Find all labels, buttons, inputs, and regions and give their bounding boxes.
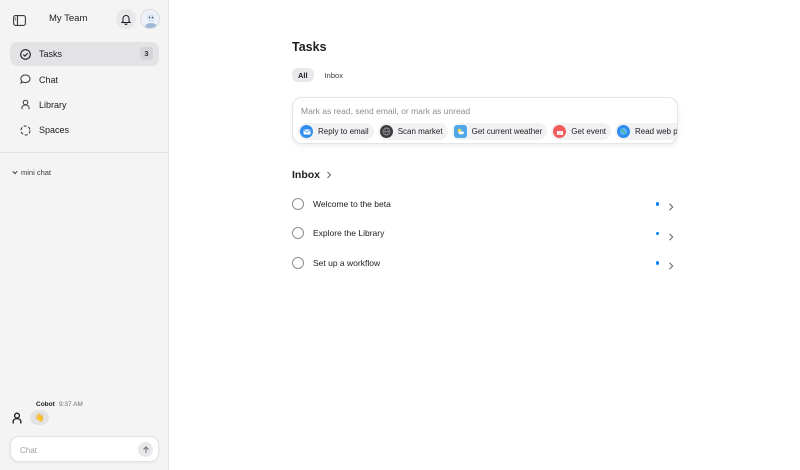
task-label: Welcome to the beta: [313, 198, 391, 209]
speech-bubble-icon: [19, 74, 31, 86]
chat-timestamp: 9:37 AM: [59, 401, 83, 408]
filter-tabs: All Inbox: [292, 68, 349, 82]
task-checkbox[interactable]: [292, 256, 304, 269]
chip-label: Read web page: [634, 127, 678, 136]
unread-dot: [655, 261, 659, 265]
tasks-count-badge: 3: [140, 47, 153, 60]
task-row[interactable]: Explore the Library: [292, 219, 678, 249]
inbox-section-header[interactable]: Inbox: [292, 166, 332, 184]
globe-dark-icon: [379, 125, 393, 138]
sidebar-item-label: Library: [39, 99, 67, 110]
sidebar-header: My Team: [0, 8, 169, 30]
chat-input[interactable]: [20, 443, 130, 457]
chat-input-container: [10, 436, 159, 462]
chevron-right-icon: [667, 229, 675, 241]
chevron-right-icon: [326, 166, 332, 184]
command-box: Reply to email Scan market Get current w…: [292, 97, 678, 144]
chevron-down-icon: [12, 168, 18, 177]
sidebar-item-tasks[interactable]: Tasks 3: [10, 42, 159, 66]
mini-chat-toggle[interactable]: mini chat: [12, 168, 51, 177]
mini-chat-label: mini chat: [21, 168, 52, 177]
person-icon: [19, 99, 31, 111]
sidebar-item-label: Chat: [39, 74, 59, 85]
chip-label: Get current weather: [471, 127, 543, 136]
chip-label: Get event: [571, 127, 606, 136]
sidebar-item-label: Tasks: [39, 49, 63, 59]
user-avatar[interactable]: [140, 9, 160, 29]
bot-avatar-icon: [11, 411, 23, 424]
task-checkbox[interactable]: [292, 227, 304, 240]
main-content: Tasks All Inbox Reply to email Scan mark…: [292, 0, 682, 470]
sidebar-divider: [0, 152, 168, 153]
chip-read-web-page[interactable]: Read web page: [614, 123, 678, 140]
calendar-icon: 17: [553, 125, 567, 138]
tab-all[interactable]: All: [292, 68, 314, 82]
task-label: Set up a workflow: [313, 257, 381, 268]
team-name[interactable]: My Team: [49, 13, 87, 24]
task-label: Explore the Library: [313, 228, 385, 239]
notifications-bell-icon[interactable]: [116, 9, 136, 29]
sidebar-toggle-icon[interactable]: [11, 12, 27, 28]
inbox-title: Inbox: [292, 169, 320, 181]
chip-get-event[interactable]: 17 Get event: [551, 123, 611, 140]
chip-scan-market[interactable]: Scan market: [377, 123, 448, 140]
unread-dot: [655, 202, 659, 206]
chip-label: Reply to email: [318, 127, 369, 136]
page-title: Tasks: [292, 40, 327, 54]
sidebar-nav: Tasks 3 Chat Library Spaces: [10, 42, 159, 143]
command-input[interactable]: [301, 104, 661, 118]
chevron-right-icon: [667, 199, 675, 211]
sidebar-item-label: Spaces: [39, 125, 70, 136]
chip-label: Scan market: [397, 127, 443, 136]
sidebar-item-spaces[interactable]: Spaces: [10, 118, 159, 142]
dashed-circle-icon: [19, 124, 31, 136]
chip-get-current-weather[interactable]: Get current weather: [451, 123, 548, 140]
chat-message: Cobot 9:37 AM 👋: [11, 400, 161, 430]
check-circle-icon: [19, 48, 31, 60]
sidebar-item-library[interactable]: Library: [10, 93, 159, 117]
suggestion-chips: Reply to email Scan market Get current w…: [298, 123, 678, 140]
sidebar-item-chat[interactable]: Chat: [10, 68, 159, 92]
task-row[interactable]: Welcome to the beta: [292, 189, 678, 219]
chevron-right-icon: [667, 258, 675, 270]
sidebar: My Team Tasks 3 Chat Library Spaces mini…: [0, 0, 169, 470]
task-list: Welcome to the beta Explore the Library …: [292, 189, 678, 278]
task-row[interactable]: Set up a workflow: [292, 248, 678, 278]
chat-message-bubble: 👋: [30, 410, 49, 425]
send-arrow-icon[interactable]: [138, 442, 153, 457]
tab-inbox[interactable]: Inbox: [319, 68, 349, 82]
mail-icon: [300, 125, 313, 138]
task-checkbox[interactable]: [292, 197, 304, 210]
chip-reply-to-email[interactable]: Reply to email: [298, 123, 374, 140]
weather-icon: [453, 125, 467, 138]
chat-sender: Cobot: [36, 401, 55, 408]
globe-icon: [616, 125, 630, 138]
unread-dot: [655, 231, 659, 235]
svg-text:17: 17: [558, 131, 562, 135]
